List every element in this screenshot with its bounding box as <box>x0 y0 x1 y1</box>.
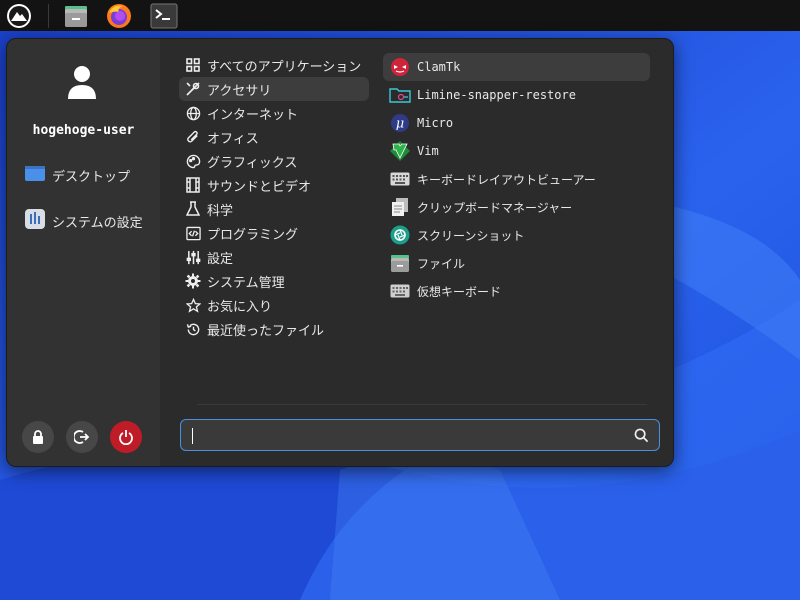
paperclip-icon <box>185 129 201 145</box>
category-label: お気に入り <box>207 299 273 315</box>
category-recent-files[interactable]: 最近使ったファイル <box>179 317 369 341</box>
sliders-icon <box>185 249 201 265</box>
place-label: システムの設定 <box>52 215 143 231</box>
divider <box>197 404 647 405</box>
app-micro[interactable]: μ Micro <box>383 109 650 137</box>
app-label: Vim <box>417 144 439 158</box>
avatar[interactable] <box>62 63 102 103</box>
app-menu-icon[interactable] <box>5 2 33 30</box>
category-label: すべてのアプリケーション <box>207 59 362 75</box>
category-all-apps[interactable]: すべてのアプリケーション <box>179 53 369 77</box>
code-icon <box>185 225 201 241</box>
app-keyboard-layout-viewer[interactable]: キーボードレイアウトビューアー <box>383 165 650 193</box>
category-label: インターネット <box>207 107 299 123</box>
category-label: グラフィックス <box>207 155 298 171</box>
star-icon <box>185 297 201 313</box>
desktop-folder-icon <box>25 164 45 186</box>
application-menu: hogehoge-user デスクトップ システムの設定 すべてのアプリケーショ… <box>6 38 674 467</box>
app-virtual-keyboard[interactable]: 仮想キーボード <box>383 277 650 305</box>
system-settings-icon <box>25 209 45 233</box>
power-icon <box>119 430 133 445</box>
app-label: ファイル <box>417 256 466 271</box>
category-label: オフィス <box>207 131 259 147</box>
app-label: クリップボードマネージャー <box>417 200 573 215</box>
text-cursor <box>192 428 193 444</box>
svg-text:μ: μ <box>396 117 404 132</box>
app-label: Micro <box>417 116 454 130</box>
search-input[interactable] <box>189 424 633 448</box>
app-label: 仮想キーボード <box>417 284 502 299</box>
category-graphics[interactable]: グラフィックス <box>179 149 369 173</box>
gear-icon <box>185 273 201 289</box>
limine-icon <box>389 84 411 106</box>
clipboard-icon <box>389 196 411 218</box>
category-favorites[interactable]: お気に入り <box>179 293 369 317</box>
category-label: 科学 <box>207 203 234 219</box>
app-files[interactable]: ファイル <box>383 249 650 277</box>
firefox-icon[interactable] <box>105 2 133 30</box>
logout-icon <box>74 430 90 444</box>
vim-icon <box>389 140 411 162</box>
category-system[interactable]: システム管理 <box>179 269 369 293</box>
category-label: アクセサリ <box>207 83 272 99</box>
taskbar-separator <box>48 4 49 28</box>
category-label: 設定 <box>207 251 234 267</box>
power-button[interactable] <box>110 421 142 453</box>
terminal-icon[interactable] <box>150 2 178 30</box>
app-label: スクリーンショット <box>417 228 525 243</box>
micro-icon: μ <box>389 112 411 134</box>
menu-sidebar: hogehoge-user デスクトップ システムの設定 <box>7 39 160 466</box>
globe-icon <box>185 105 201 121</box>
app-label: Limine-snapper-restore <box>417 88 576 102</box>
app-label: キーボードレイアウトビューアー <box>417 172 596 187</box>
category-label: システム管理 <box>207 275 285 291</box>
app-clipboard-manager[interactable]: クリップボードマネージャー <box>383 193 650 221</box>
category-office[interactable]: オフィス <box>179 125 369 149</box>
app-clamtk[interactable]: ClamTk <box>383 53 650 81</box>
keyboard-icon <box>389 168 411 190</box>
category-internet[interactable]: インターネット <box>179 101 369 125</box>
file-manager-icon <box>389 252 411 274</box>
search-icon[interactable] <box>634 428 649 447</box>
palette-icon <box>185 153 201 169</box>
grid-icon <box>185 57 201 73</box>
category-settings[interactable]: 設定 <box>179 245 369 269</box>
category-programming[interactable]: プログラミング <box>179 221 369 245</box>
category-label: サウンドとビデオ <box>207 179 312 195</box>
app-screenshot[interactable]: スクリーンショット <box>383 221 650 249</box>
clamtk-icon <box>389 56 411 78</box>
screenshot-icon <box>389 224 411 246</box>
category-accessories[interactable]: アクセサリ <box>179 77 369 101</box>
category-sound-video[interactable]: サウンドとビデオ <box>179 173 369 197</box>
app-vim[interactable]: Vim <box>383 137 650 165</box>
category-label: プログラミング <box>207 227 299 243</box>
lock-icon <box>33 430 43 444</box>
logout-button[interactable] <box>66 421 98 453</box>
app-limine-snapper-restore[interactable]: Limine-snapper-restore <box>383 81 650 109</box>
flask-icon <box>185 201 201 217</box>
category-science[interactable]: 科学 <box>179 197 369 221</box>
place-system-settings[interactable]: システムの設定 <box>25 209 143 233</box>
virtual-keyboard-icon <box>389 280 411 302</box>
search-box[interactable] <box>180 419 660 451</box>
taskbar <box>0 0 800 31</box>
place-label: デスクトップ <box>52 169 131 185</box>
file-manager-icon[interactable] <box>62 2 90 30</box>
user-name: hogehoge-user <box>32 123 135 138</box>
lock-button[interactable] <box>22 421 54 453</box>
history-icon <box>185 321 201 337</box>
category-label: 最近使ったファイル <box>207 323 325 339</box>
film-icon <box>185 177 201 193</box>
tools-icon <box>185 81 201 97</box>
place-desktop[interactable]: デスクトップ <box>25 163 130 187</box>
app-label: ClamTk <box>417 60 461 74</box>
category-list: すべてのアプリケーション アクセサリ インターネット オフィス グラフィックス … <box>179 53 369 341</box>
app-list: ClamTk Limine-snapper-restore μ Micro Vi… <box>383 53 650 305</box>
